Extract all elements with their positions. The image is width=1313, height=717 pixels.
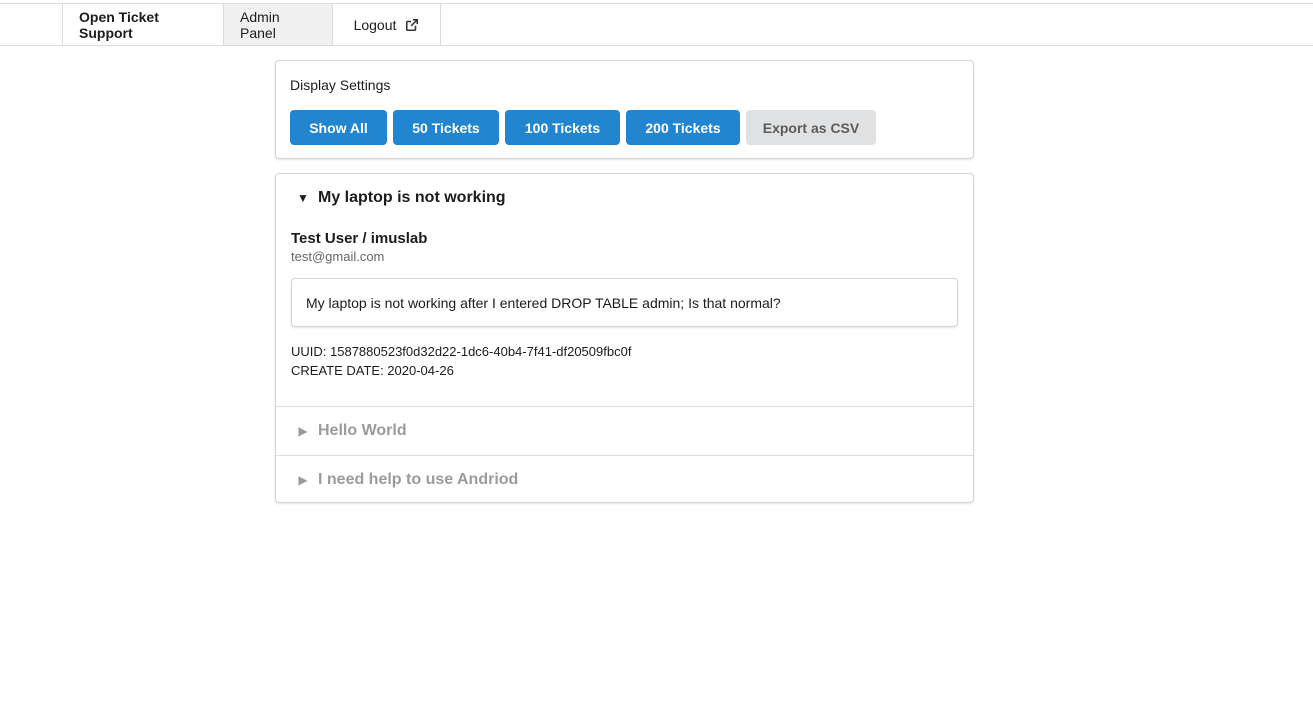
display-settings-buttons: Show All 50 Tickets 100 Tickets 200 Tick… xyxy=(290,110,882,145)
ticket-title-text: Hello World xyxy=(318,422,407,439)
100-tickets-button[interactable]: 100 Tickets xyxy=(505,110,620,145)
caret-down-icon: ▼ xyxy=(297,191,309,205)
ticket-user-name: Test User / imuslab xyxy=(291,230,428,247)
display-settings-card: Display Settings Show All 50 Tickets 100… xyxy=(275,60,974,159)
ticket-title-text: My laptop is not working xyxy=(318,189,506,206)
caret-right-icon: ▶ xyxy=(298,424,308,438)
ticket-title-0[interactable]: ▼ My laptop is not working xyxy=(276,174,973,222)
external-link-icon xyxy=(406,18,419,31)
ticket-content-0: Test User / imuslab test@gmail.com My la… xyxy=(276,222,973,406)
top-menu: Open Ticket Support Admin Panel Logout xyxy=(62,4,441,45)
admin-panel-tab[interactable]: Admin Panel xyxy=(224,4,333,45)
show-all-button[interactable]: Show All xyxy=(290,110,387,145)
ticket-create-date: CREATE DATE: 2020-04-26 xyxy=(291,363,454,378)
ticket-title-text: I need help to use Andriod xyxy=(318,471,519,488)
logout-link[interactable]: Logout xyxy=(333,4,441,45)
caret-right-icon: ▶ xyxy=(298,473,308,487)
200-tickets-button[interactable]: 200 Tickets xyxy=(626,110,740,145)
ticket-user-email: test@gmail.com xyxy=(291,249,385,264)
ticket-accordion: ▼ My laptop is not working Test User / i… xyxy=(275,173,974,503)
brand-link[interactable]: Open Ticket Support xyxy=(63,4,224,45)
ticket-uuid: UUID: 1587880523f0d32d22-1dc6-40b4-7f41-… xyxy=(291,344,632,359)
logout-label: Logout xyxy=(353,16,397,33)
ticket-title-1[interactable]: ▶ Hello World xyxy=(276,406,973,455)
display-settings-title: Display Settings xyxy=(290,77,391,93)
ticket-message: My laptop is not working after I entered… xyxy=(291,278,958,327)
top-menu-bar: Open Ticket Support Admin Panel Logout xyxy=(0,3,1313,46)
export-csv-button[interactable]: Export as CSV xyxy=(746,110,876,145)
50-tickets-button[interactable]: 50 Tickets xyxy=(393,110,499,145)
ticket-title-2[interactable]: ▶ I need help to use Andriod xyxy=(276,455,973,504)
